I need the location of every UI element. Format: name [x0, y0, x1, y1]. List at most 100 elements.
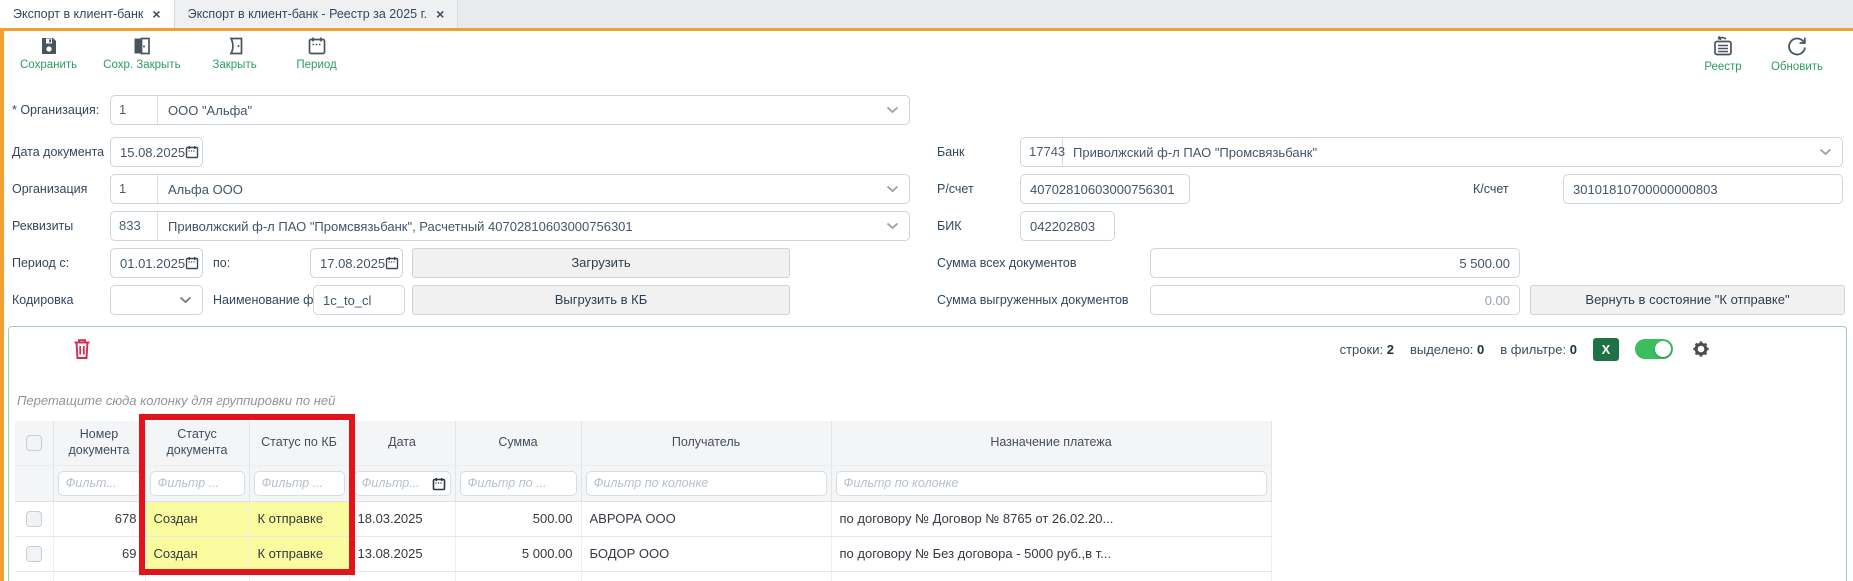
sum-all-label: Сумма всех документов [937, 248, 1077, 278]
column-header-kb-status[interactable]: Статус по КБ [249, 421, 349, 465]
cell-status: Создан [145, 536, 249, 571]
row-checkbox[interactable] [26, 546, 42, 562]
bank-code: 17743 [1021, 138, 1063, 166]
filter-recipient-input[interactable] [586, 471, 827, 496]
filter-sum-input[interactable] [460, 471, 577, 496]
toggle-knob [1655, 341, 1671, 357]
gear-icon[interactable] [1689, 337, 1713, 361]
refresh-label: Обновить [1771, 61, 1823, 73]
close-icon[interactable]: × [152, 7, 160, 21]
select-all-checkbox[interactable] [26, 435, 42, 451]
cell-number: 69 [53, 536, 145, 571]
sum-all-input[interactable] [1150, 248, 1520, 278]
calendar-icon[interactable] [185, 256, 199, 270]
rows-count-value: 2 [1387, 342, 1394, 357]
registry-button[interactable]: Реестр [1695, 35, 1751, 73]
save-label: Сохранить [20, 59, 77, 71]
tab-label: Экспорт в клиент-банк [13, 7, 143, 21]
requisites-combo[interactable]: 833 Приволжский ф-л ПАО "Промсвязьбанк",… [110, 211, 910, 241]
calendar-icon[interactable] [432, 477, 446, 496]
bik-input[interactable] [1020, 211, 1115, 241]
save-icon [38, 35, 60, 57]
corr-account-input[interactable] [1563, 174, 1843, 204]
table-row[interactable]: 69 Создан К отправке 13.08.2025 5 000.00… [15, 536, 1271, 571]
sum-exported-input[interactable] [1150, 285, 1520, 315]
door-icon [224, 35, 246, 57]
cell-recipient: БОДОР ООО [581, 536, 831, 571]
grid-stats: строки: 2 выделено: 0 в фильтре: 0 X [1340, 337, 1713, 361]
revert-status-button[interactable]: Вернуть в состояние "К отправке" [1530, 285, 1845, 315]
calendar-icon[interactable] [385, 256, 399, 270]
bank-combo[interactable]: 17743 Приволжский ф-л ПАО "Промсвязьбанк… [1020, 137, 1843, 167]
chevron-down-icon[interactable] [886, 222, 899, 230]
org-main-combo[interactable]: 1 ООО "Альфа" [110, 95, 910, 125]
column-header-purpose[interactable]: Назначение платежа [831, 421, 1271, 465]
tab-export-client-bank[interactable]: Экспорт в клиент-банк × [0, 0, 175, 28]
group-by-hint: Перетащите сюда колонку для группировки … [17, 393, 335, 408]
column-header-number[interactable]: Номер документа [53, 421, 145, 465]
documents-table: Номер документа Статус документа Статус … [15, 421, 1272, 581]
column-header-sum[interactable]: Сумма [455, 421, 581, 465]
row-checkbox[interactable] [26, 511, 42, 527]
tab-label: Экспорт в клиент-банк - Реестр за 2025 г… [188, 7, 428, 21]
column-header-status[interactable]: Статус документа [145, 421, 249, 465]
period-from-input[interactable]: 01.01.2025 [110, 248, 203, 278]
cell-number: 678 [53, 501, 145, 536]
delete-button[interactable] [71, 336, 93, 366]
cell-sum: 5 000.00 [455, 536, 581, 571]
refresh-button[interactable]: Обновить [1769, 35, 1825, 73]
account-label: Р/счет [937, 174, 974, 204]
account-input[interactable] [1020, 174, 1190, 204]
filter-number-input[interactable] [58, 471, 141, 496]
org2-label: Организация [12, 174, 87, 204]
filter-status-input[interactable] [150, 471, 245, 496]
chevron-down-icon[interactable] [886, 106, 899, 114]
save-and-close-button[interactable]: Сохр. Закрыть [103, 35, 180, 71]
refresh-icon [1785, 35, 1809, 59]
tab-export-registry-2025[interactable]: Экспорт в клиент-банк - Реестр за 2025 г… [175, 0, 459, 28]
column-header-date[interactable]: Дата [349, 421, 455, 465]
main-toolbar: Сохранить Сохр. Закрыть Закрыть Период Р… [4, 31, 1853, 85]
cell-purpose: по договору № Без договора - 5000 руб.,в… [831, 536, 1271, 571]
encoding-select[interactable] [110, 285, 203, 315]
chevron-down-icon[interactable] [886, 185, 899, 193]
calendar-icon[interactable] [185, 145, 199, 159]
cell-sum: 500.00 [455, 501, 581, 536]
filtered-count-value: 0 [1570, 342, 1577, 357]
filter-toggle[interactable] [1635, 339, 1673, 359]
filename-input[interactable] [313, 285, 405, 315]
filter-kb-status-input[interactable] [254, 471, 345, 496]
load-button[interactable]: Загрузить [412, 248, 790, 278]
org2-combo[interactable]: 1 Альфа ООО [110, 174, 910, 204]
chevron-down-icon[interactable] [179, 296, 192, 304]
period-button[interactable]: Период [289, 35, 345, 71]
org-main-code: 1 [111, 96, 158, 124]
filter-purpose-input[interactable] [836, 471, 1267, 496]
save-button[interactable]: Сохранить [20, 35, 77, 71]
cell-purpose: по договору № Договор № 8765 от 26.02.20… [831, 501, 1271, 536]
export-to-kb-button[interactable]: Выгрузить в КБ [412, 285, 790, 315]
excel-export-button[interactable]: X [1593, 338, 1619, 361]
close-icon[interactable]: × [436, 7, 444, 21]
table-row[interactable]: 678 Создан К отправке 18.03.2025 500.00 … [15, 501, 1271, 536]
rows-count-label: строки: [1340, 342, 1383, 357]
doc-date-input[interactable]: 15.08.2025 [110, 137, 203, 167]
empty-row [15, 571, 1271, 581]
cell-date: 13.08.2025 [349, 536, 455, 571]
trash-icon [71, 348, 93, 365]
calendar-icon [306, 35, 328, 57]
doc-date-value: 15.08.2025 [120, 145, 185, 160]
selected-count-label: выделено: [1410, 342, 1473, 357]
sum-exported-label: Сумма выгруженных документов [937, 285, 1129, 315]
cell-recipient: АВРОРА ООО [581, 501, 831, 536]
filtered-count-label: в фильтре: [1500, 342, 1566, 357]
org-main-label: * Организация: [12, 95, 99, 125]
save-close-label: Сохр. Закрыть [103, 59, 180, 71]
close-button[interactable]: Закрыть [207, 35, 263, 71]
chevron-down-icon[interactable] [1819, 148, 1832, 156]
documents-grid-panel: строки: 2 выделено: 0 в фильтре: 0 X Пер… [8, 326, 1847, 581]
period-label: Период [296, 59, 336, 71]
period-to-input[interactable]: 17.08.2025 [310, 248, 403, 278]
column-header-recipient[interactable]: Получатель [581, 421, 831, 465]
requisites-label: Реквизиты [12, 211, 73, 241]
